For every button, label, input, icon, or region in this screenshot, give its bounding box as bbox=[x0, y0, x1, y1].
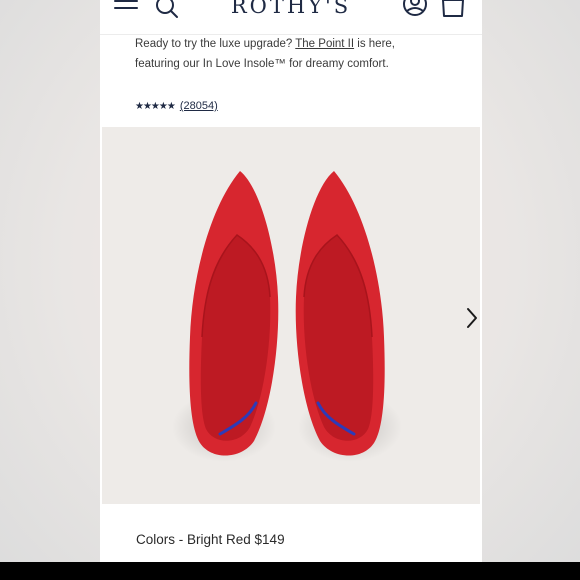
bottom-black-bar bbox=[0, 562, 580, 580]
review-count-link[interactable]: (28054) bbox=[180, 100, 218, 112]
top-navigation: ROTHY'S bbox=[100, 0, 482, 35]
product-rating[interactable]: ★★★★★ (28054) bbox=[135, 98, 218, 114]
account-icon[interactable] bbox=[400, 0, 430, 20]
color-price-label: Colors - Bright Red $149 bbox=[136, 532, 285, 547]
product-image-carousel[interactable] bbox=[102, 127, 480, 504]
left-shoe bbox=[172, 171, 279, 462]
rating-stars: ★★★★★ bbox=[135, 100, 176, 112]
product-image bbox=[172, 171, 402, 462]
chevron-right-icon[interactable] bbox=[462, 305, 482, 331]
promo-text-start: Ready to try the luxe upgrade? bbox=[135, 38, 296, 50]
right-shoe bbox=[295, 171, 402, 462]
the-point-ii-link[interactable]: The Point II bbox=[295, 38, 354, 50]
promo-description: Ready to try the luxe upgrade? The Point… bbox=[135, 35, 395, 74]
shopping-bag-icon[interactable] bbox=[438, 0, 468, 20]
phone-screen: ROTHY'S Ready to try the luxe upgrade? T… bbox=[100, 0, 482, 562]
